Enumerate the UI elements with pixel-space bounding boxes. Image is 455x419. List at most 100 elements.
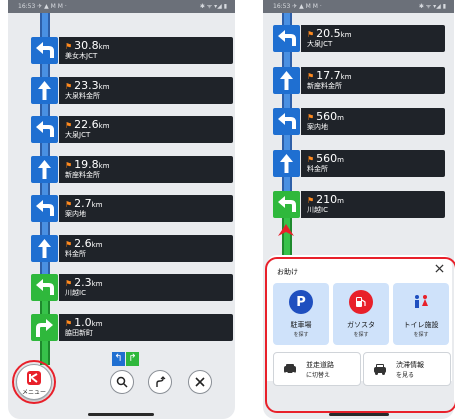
distance-value: 17.7: [316, 68, 341, 82]
turn-left-icon: [273, 191, 300, 218]
status-left: 16:53 ✈ ▲ M M ·: [18, 3, 67, 10]
guidance-info: ⚑ 210m 川越IC: [301, 191, 445, 218]
guidance-info: ⚑ 30.8km 美女木JCT: [59, 37, 233, 64]
lane-right-icon: ↱: [126, 352, 139, 366]
guidance-item[interactable]: ⚑ 2.6km 料金所: [31, 234, 233, 262]
distance-value: 2.3: [74, 276, 92, 289]
highlight-ring: [12, 360, 56, 404]
status-right: ✱ ᯤ ▾◢ ▮: [418, 3, 446, 10]
distance-unit: km: [98, 82, 110, 91]
place-name: 美女木JCT: [65, 52, 98, 60]
flag-icon: ⚑: [307, 196, 315, 205]
distance-unit: km: [91, 201, 103, 209]
flag-icon: ⚑: [65, 318, 73, 328]
distance-unit: km: [98, 161, 110, 170]
guidance-info: ⚑ 22.6km 大泉JCT: [59, 116, 233, 143]
guidance-item[interactable]: ⚑ 560m 案内地: [273, 108, 445, 135]
search-button[interactable]: [110, 370, 134, 394]
distance-unit: km: [91, 240, 103, 249]
turn-left-icon: [31, 37, 58, 64]
close-button[interactable]: [188, 370, 212, 394]
home-indicator: [329, 413, 389, 416]
distance-unit: km: [98, 122, 110, 130]
turn-left-icon: [31, 195, 58, 222]
place-name: 新座料金所: [65, 170, 100, 179]
guidance-info: ⚑ 1.0km 脇田新町: [59, 313, 233, 341]
distance-value: 19.8: [74, 157, 99, 171]
place-name: 大泉料金所: [65, 91, 100, 100]
flag-icon: ⚑: [307, 71, 315, 81]
status-bar: 16:53 ✈ ▲ M M · ✱ ᯤ ▾◢ ▮: [263, 0, 454, 13]
guidance-item[interactable]: ⚑ 1.0km 脇田新町: [31, 313, 233, 341]
turn-up-icon: [273, 149, 300, 177]
distance-unit: km: [91, 319, 103, 328]
distance-unit: km: [98, 43, 110, 51]
guidance-info: ⚑ 560m 料金所: [301, 149, 445, 177]
guidance-item[interactable]: ⚑ 20.5km 大泉JCT: [273, 25, 445, 52]
status-left: 16:53 ✈ ▲ M M ·: [273, 3, 322, 10]
place-name: 料金所: [65, 249, 86, 258]
turn-left-icon: [273, 25, 300, 52]
distance-value: 23.3: [74, 78, 99, 92]
place-name: 大泉JCT: [65, 131, 91, 139]
flag-icon: ⚑: [65, 160, 73, 170]
lane-left-icon: ↰: [112, 352, 125, 366]
left-screen: 16:53 ✈ ▲ M M · ✱ ᯤ ▾◢ ▮ ⚑ 30.8km 美女木JCT ⚑ 2…: [8, 0, 235, 419]
guidance-item[interactable]: ⚑ 2.3km 川越IC: [31, 274, 233, 301]
turn-left-icon: [273, 108, 300, 135]
turn-left-icon: [31, 274, 58, 301]
guidance-info: ⚑ 560m 案内地: [301, 108, 445, 135]
flag-icon: ⚑: [65, 81, 73, 91]
guidance-info: ⚑ 2.6km 料金所: [59, 234, 233, 262]
distance-value: 1.0: [74, 315, 92, 329]
guidance-item[interactable]: ⚑ 560m 料金所: [273, 149, 445, 177]
distance-value: 2.6: [74, 236, 92, 250]
current-position-icon: [278, 224, 294, 236]
turn-up-icon: [31, 234, 58, 262]
guidance-item[interactable]: ⚑ 22.6km 大泉JCT: [31, 116, 233, 143]
route-button[interactable]: [148, 370, 172, 394]
distance-unit: m: [337, 155, 344, 164]
close-icon: [195, 377, 205, 387]
guidance-info: ⚑ 2.3km 川越IC: [59, 274, 233, 301]
distance-value: 2.7: [74, 197, 92, 210]
guidance-item[interactable]: ⚑ 2.7km 案内地: [31, 195, 233, 222]
flag-icon: ⚑: [307, 113, 315, 122]
turn-up-icon: [273, 66, 300, 94]
status-bar: 16:53 ✈ ▲ M M · ✱ ᯤ ▾◢ ▮: [8, 0, 235, 13]
distance-value: 560: [316, 110, 338, 123]
distance-value: 30.8: [74, 39, 99, 52]
guidance-info: ⚑ 19.8km 新座料金所: [59, 155, 233, 183]
distance-value: 20.5: [316, 27, 341, 40]
place-name: 新座料金所: [307, 81, 342, 90]
guidance-item[interactable]: ⚑ 23.3km 大泉料金所: [31, 76, 233, 104]
distance-unit: km: [340, 31, 352, 39]
route-icon: [156, 376, 166, 387]
place-name: 川越IC: [307, 206, 328, 214]
guidance-item[interactable]: ⚑ 17.7km 新座料金所: [273, 66, 445, 94]
guidance-item[interactable]: ⚑ 19.8km 新座料金所: [31, 155, 233, 183]
guidance-item[interactable]: ⚑ 30.8km 美女木JCT: [31, 37, 233, 64]
flag-icon: ⚑: [65, 200, 73, 209]
distance-value: 560: [316, 151, 338, 165]
lane-guidance: ↰ ↱: [112, 352, 139, 366]
distance-unit: km: [340, 72, 352, 81]
place-name: 案内地: [65, 210, 86, 218]
distance-unit: km: [91, 280, 103, 288]
flag-icon: ⚑: [65, 279, 73, 288]
turn-right-icon: [31, 313, 58, 341]
status-right: ✱ ᯤ ▾◢ ▮: [199, 3, 227, 10]
highlight-box: [265, 257, 455, 413]
flag-icon: ⚑: [307, 30, 315, 39]
turn-up-icon: [31, 155, 58, 183]
distance-unit: m: [337, 114, 344, 122]
flag-icon: ⚑: [65, 42, 73, 51]
guidance-item[interactable]: ⚑ 210m 川越IC: [273, 191, 445, 218]
flag-icon: ⚑: [307, 154, 315, 164]
guidance-info: ⚑ 2.7km 案内地: [59, 195, 233, 222]
home-indicator: [88, 413, 154, 416]
guidance-info: ⚑ 20.5km 大泉JCT: [301, 25, 445, 52]
distance-unit: m: [337, 197, 344, 205]
search-icon: [116, 376, 128, 388]
flag-icon: ⚑: [65, 239, 73, 249]
